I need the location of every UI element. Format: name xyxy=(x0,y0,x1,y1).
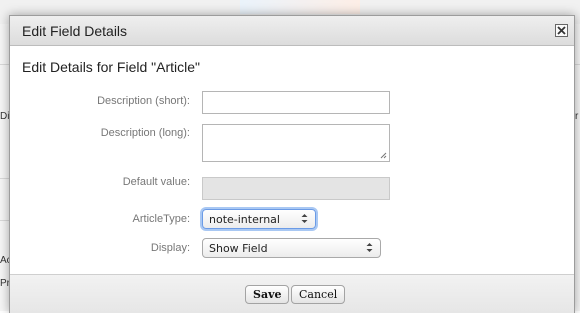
description-long-label: Description (long): xyxy=(100,127,190,139)
dialog-subtitle: Edit Details for Field "Article" xyxy=(22,59,200,75)
dialog-header: Edit Field Details xyxy=(10,16,574,46)
display-select[interactable]: Show Field xyxy=(202,238,381,258)
article-type-label: ArticleType: xyxy=(132,213,190,225)
background-divider xyxy=(0,64,9,65)
save-button[interactable]: Save xyxy=(245,285,290,304)
select-arrows-icon xyxy=(366,242,373,256)
background-divider xyxy=(0,220,9,221)
dialog-title: Edit Field Details xyxy=(22,23,128,39)
dialog-footer: Save Cancel xyxy=(10,274,574,313)
article-type-select[interactable]: note-internal xyxy=(202,209,316,229)
close-button[interactable] xyxy=(555,24,568,37)
background-divider xyxy=(0,178,9,179)
background-text-fragment: r xyxy=(575,111,579,122)
article-type-value: note-internal xyxy=(209,213,280,226)
cancel-button[interactable]: Cancel xyxy=(291,285,346,304)
select-arrows-icon xyxy=(301,213,308,227)
resize-grip-icon[interactable] xyxy=(380,152,387,159)
description-short-label: Description (short): xyxy=(97,95,190,107)
background-accent xyxy=(240,0,360,14)
description-short-input[interactable] xyxy=(202,91,390,114)
close-icon xyxy=(557,26,566,35)
default-value-label: Default value: xyxy=(122,176,190,188)
display-label: Display: xyxy=(150,242,190,254)
description-long-textarea[interactable] xyxy=(202,124,390,162)
display-value: Show Field xyxy=(209,242,268,255)
default-value-input xyxy=(202,177,390,200)
edit-field-dialog: Edit Field Details Edit Details for Fiel… xyxy=(9,15,575,313)
